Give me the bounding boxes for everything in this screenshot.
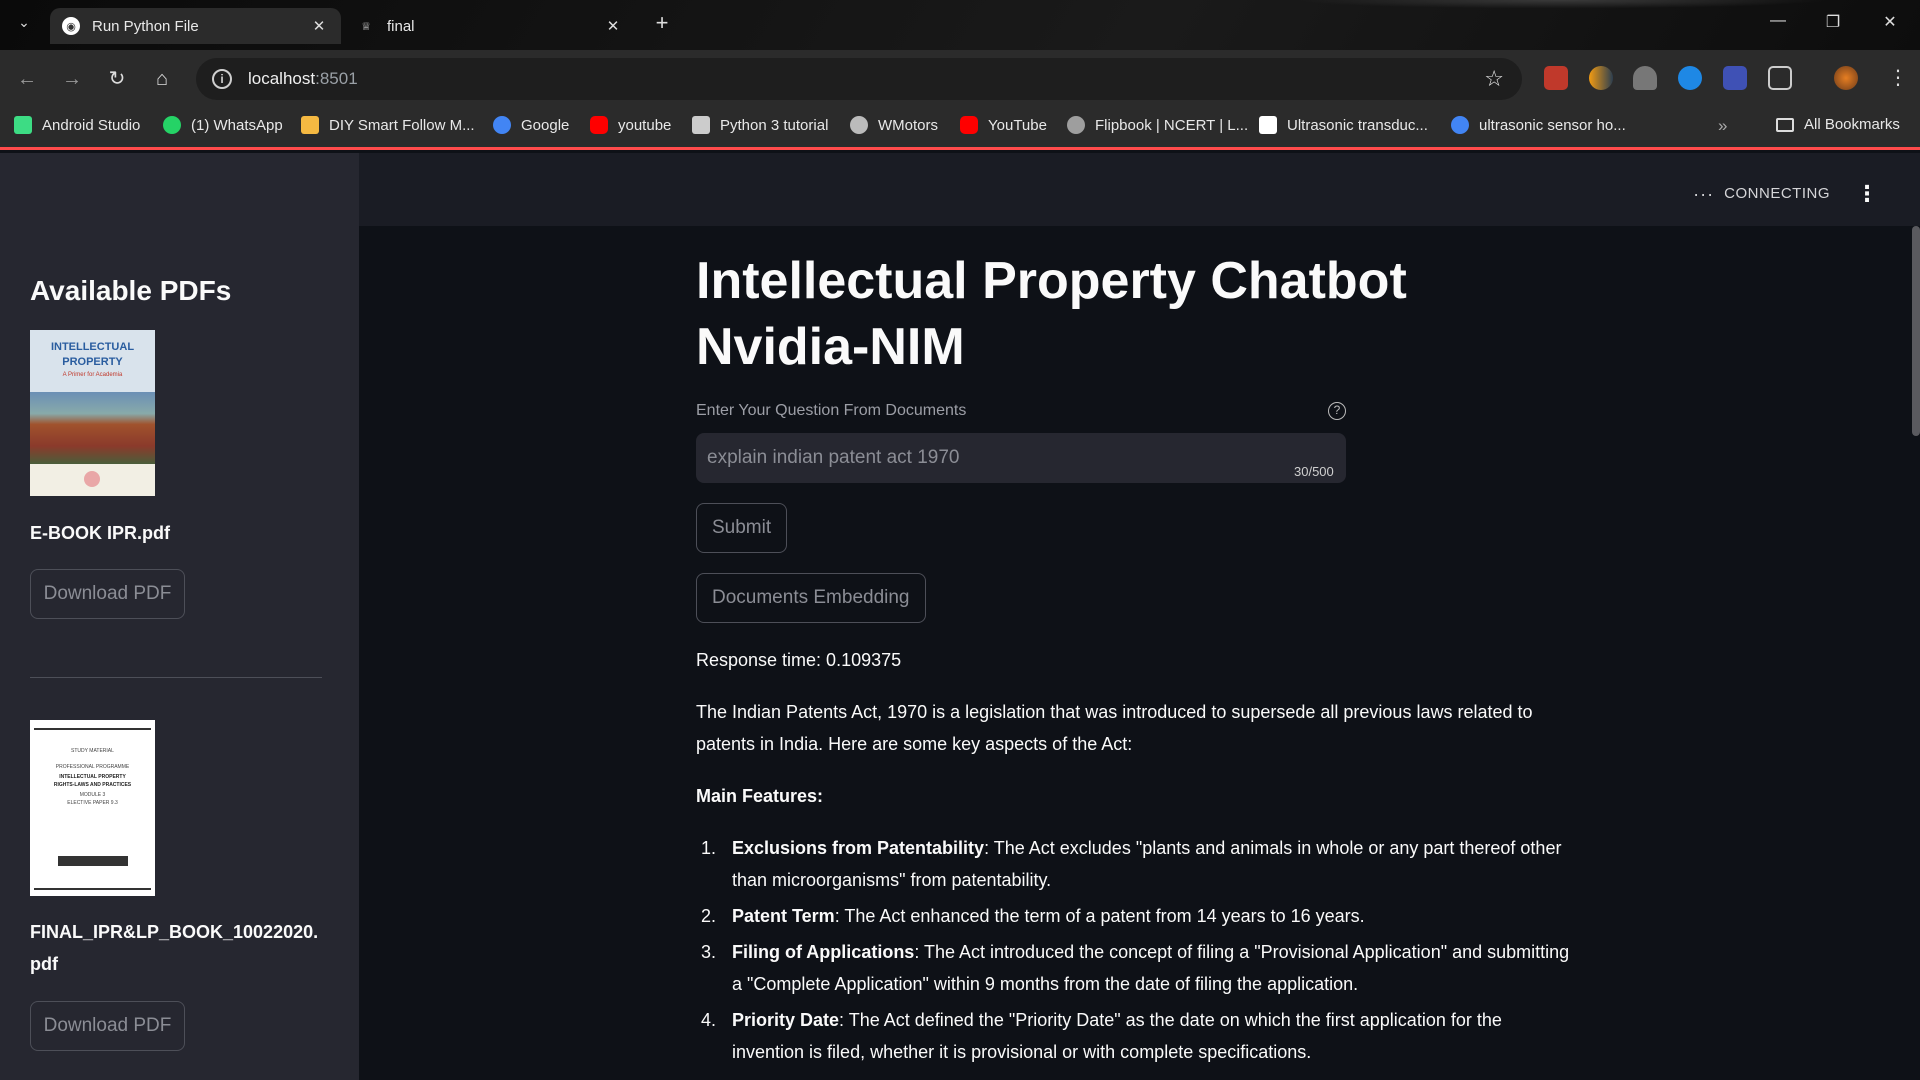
folder-icon [1776,117,1794,132]
tab-label: final [387,17,415,35]
all-bookmarks[interactable]: All Bookmarks [1776,116,1900,133]
bookmark-youtube[interactable]: YouTube [960,116,1047,134]
url-text: localhost:8501 [248,69,358,88]
tab-search-chevron-icon[interactable]: ⌄ [12,14,36,36]
new-tab-plus-icon[interactable]: + [650,12,674,36]
help-icon[interactable]: ? [1328,402,1346,420]
pdf-name: E-BOOK IPR.pdf [30,523,170,543]
whatsapp-icon [163,116,181,134]
close-tab-icon[interactable]: ✕ [603,17,623,35]
question-label: Enter Your Question From Documents [696,402,967,419]
question-input[interactable] [696,433,1346,483]
download-pdf-button[interactable]: Download PDF [30,569,185,619]
reload-icon[interactable]: ↻ [104,66,130,92]
bookmark-ultrasonic-transducer[interactable]: Ultrasonic transduc... [1259,116,1428,134]
connection-status: ··· CONNECTING [1693,183,1830,204]
tab-final[interactable]: ♕ final ✕ [345,8,635,44]
sidebar-title: Available PDFs [30,275,232,306]
sidebar-divider [30,677,322,678]
tab-run-python-file[interactable]: ◉ Run Python File ✕ [50,8,341,44]
answer-text: The Indian Patents Act, 1970 is a legisl… [696,696,1576,1072]
cover-line: MODULE 3 [79,792,106,798]
list-item: 2. Patent Term: The Act enhanced the term… [701,906,1365,926]
extension-blue-circle-icon[interactable] [1678,66,1702,90]
wikipedia-icon [1259,116,1277,134]
youtube-icon [590,116,608,134]
status-dots-icon: ··· [1693,183,1715,204]
extension-orange-icon[interactable] [1589,66,1613,90]
pdf-cover-final-ipr-lp: STUDY MATERIAL PROFESSIONAL PROGRAMME IN… [30,720,155,896]
close-tab-icon[interactable]: ✕ [309,17,329,35]
documents-embedding-button[interactable]: Documents Embedding [696,573,926,623]
list-item: 3. Filing of Applications: The Act introd… [701,942,1570,994]
bookmark-google[interactable]: Google [493,116,569,134]
submit-button[interactable]: Submit [696,503,788,553]
page-title: Intellectual Property Chatbot Nvidia-NIM [696,252,1407,376]
building-image [30,392,155,464]
answer-intro: The Indian Patents Act, 1970 is a legisl… [696,702,1533,754]
list-item: 1. Exclusions from Patentability: The Act… [701,838,1562,890]
cover-line: RIGHTS-LAWS AND PRACTICES [53,782,132,788]
extension-blue-doc-icon[interactable] [1723,66,1747,90]
browser-toolbar: ← → ↻ ⌂ i localhost:8501 ☆ [0,50,1920,108]
cover-line: INTELLECTUAL PROPERTY [59,774,126,780]
python-site-icon [692,116,710,134]
answer-heading: Main Features: [696,786,824,806]
restore-icon[interactable]: ❐ [1813,12,1853,32]
bookmark-whatsapp[interactable]: (1) WhatsApp [163,116,283,134]
response-time: Response time: 0.109375 [696,650,902,670]
tab-label: Run Python File [92,17,199,35]
android-studio-icon [14,116,32,134]
tab-favicon-icon: ◉ [62,17,80,35]
forward-arrow-icon[interactable]: → [59,66,85,92]
extension-robot-icon[interactable] [1633,66,1657,90]
sidebar: Available PDFs INTELLECTUAL PROPERTY A P… [0,153,359,1080]
bookmark-flipbook-ncert[interactable]: Flipbook | NCERT | L... [1067,116,1248,134]
cover-line: PROFESSIONAL PROGRAMME [55,764,130,770]
browser-menu-icon[interactable]: ⋮ [1886,66,1910,90]
address-bar[interactable]: i localhost:8501 ☆ [196,58,1522,100]
app-header: ··· CONNECTING ⋮ [359,153,1920,226]
crown-icon: ♕ [361,20,371,33]
bookmark-wmotors[interactable]: WMotors [850,116,938,134]
browser-tab-bar: ⌄ ◉ Run Python File ✕ ♕ final ✕ + — ❐ ✕ [0,0,1920,50]
bookmark-python-tutorial[interactable]: Python 3 tutorial [692,116,828,134]
wmotors-icon [850,116,868,134]
profile-avatar[interactable] [1834,66,1858,90]
bookmark-ultrasonic-sensor[interactable]: ultrasonic sensor ho... [1451,116,1626,134]
bookmark-youtube-lower[interactable]: youtube [590,116,671,134]
institute-logo-icon [58,856,128,866]
google-icon [493,116,511,134]
char-count: 30/500 [1294,464,1334,479]
pdf-cover-ebook-ipr: INTELLECTUAL PROPERTY A Primer for Acade… [30,330,155,496]
google-icon [1451,116,1469,134]
main-content: Intellectual Property Chatbot Nvidia-NIM … [696,226,1576,1062]
download-pdf-button[interactable]: Download PDF [30,1001,185,1051]
bookmark-diy-smart[interactable]: DIY Smart Follow M... [301,116,475,134]
extensions-puzzle-icon[interactable] [1768,66,1792,90]
close-window-icon[interactable]: ✕ [1870,12,1910,32]
back-arrow-icon[interactable]: ← [14,66,40,92]
bookmark-android-studio[interactable]: Android Studio [14,116,140,134]
youtube-icon [960,116,978,134]
seal-icon [84,471,100,487]
bookmarks-bar: Android Studio (1) WhatsApp DIY Smart Fo… [0,108,1920,150]
cover-title: INTELLECTUAL PROPERTY [50,341,135,368]
more-bookmarks-chevron-icon[interactable]: » [1718,116,1727,136]
pdf-name: FINAL_IPR&LP_BOOK_10022020. pdf [30,922,319,974]
globe-icon [1067,116,1085,134]
cover-subtitle: A Primer for Academia [62,372,123,378]
answer-list: 1. Exclusions from Patentability: The Act… [696,832,1576,1068]
bookmark-star-icon[interactable]: ☆ [1484,66,1504,92]
main-menu-icon[interactable]: ⋮ [1856,181,1878,207]
list-item: 4. Priority Date: The Act defined the "Pr… [701,1010,1502,1062]
cover-line: STUDY MATERIAL [71,748,114,754]
diy-site-icon [301,116,319,134]
site-info-icon[interactable]: i [212,69,232,89]
extension-red-book-icon[interactable] [1544,66,1568,90]
home-icon[interactable]: ⌂ [149,66,175,92]
cover-line: ELECTIVE PAPER 9.3 [67,800,118,806]
scrollbar[interactable] [1912,226,1920,436]
minimize-icon[interactable]: — [1758,12,1798,30]
